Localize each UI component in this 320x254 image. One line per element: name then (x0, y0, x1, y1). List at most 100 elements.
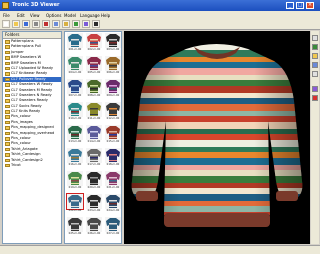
copy-button[interactable] (52, 20, 60, 28)
thumbnail-caption: 002-m-00 (87, 48, 101, 51)
sweater-thumbnail[interactable]: 009-m-00 (104, 79, 121, 100)
menu-view[interactable]: View (30, 13, 40, 18)
folder-icon (5, 77, 10, 82)
open-button[interactable] (12, 20, 20, 28)
sweater-thumbnail[interactable]: 007-m-00 (66, 79, 84, 100)
sweater-thumbnail-image (67, 56, 83, 71)
sweater-thumbnail-image (105, 125, 121, 140)
sweater-thumbnail[interactable]: 014-m-00 (85, 125, 103, 146)
menu-help[interactable]: Help (101, 13, 110, 18)
folder-icon (5, 147, 10, 152)
sweater-thumbnail-image (86, 125, 102, 140)
folder-icon (5, 88, 10, 93)
sweater-thumbnail-image (86, 171, 102, 186)
cut-button[interactable] (42, 20, 50, 28)
sweater-thumbnail[interactable]: 016-m-00 (66, 148, 84, 169)
new-button[interactable] (2, 20, 10, 28)
folder-label: Tricot (11, 162, 21, 167)
sweater-thumbnail[interactable]: 024-m-00 (104, 194, 121, 215)
menu-file[interactable]: File (3, 13, 10, 18)
folder-label: Pics_images (11, 119, 33, 124)
sweater-thumbnail[interactable]: 005-m-00 (85, 56, 103, 77)
sweater-thumbnail[interactable]: 018-m-00 (104, 148, 121, 169)
sweater-thumbnail-image (86, 217, 102, 232)
sweater-thumbnail[interactable]: 021-m-00 (104, 171, 121, 192)
sweater-thumbnail[interactable]: 002-m-00 (85, 33, 103, 54)
sweater-thumbnail[interactable]: 010-m-00 (66, 102, 84, 123)
sweater-thumbnail[interactable]: 023-m-00 (85, 194, 103, 215)
sweater-thumbnail[interactable]: 020-m-00 (85, 171, 103, 192)
sweater-model[interactable] (124, 31, 310, 244)
toolbar (0, 19, 320, 30)
folder-icon (5, 72, 10, 76)
print-button[interactable] (32, 20, 40, 28)
folder-label: BMP Sweaters W (11, 55, 42, 60)
folder-icon (5, 40, 10, 44)
pattern-icon[interactable] (312, 44, 318, 50)
folder-item[interactable]: Tricot (3, 163, 61, 168)
folder-label: Tshirt_Ariagate (11, 146, 38, 151)
sweater-thumbnail-image (105, 171, 121, 186)
thumbnail-grid[interactable]: 001-m-00 002-m-00 003-m-00 004-m-00 005-m-00… (64, 31, 122, 244)
folder-icon (5, 50, 10, 55)
folder-icon (5, 158, 10, 163)
light-icon[interactable] (312, 53, 318, 59)
sweater-thumbnail[interactable]: 019-m-00 (66, 171, 84, 192)
3d-viewer[interactable] (124, 31, 310, 244)
zoom-button[interactable] (92, 20, 100, 28)
thumbnail-caption: 004-m-00 (68, 71, 82, 74)
save-button[interactable] (22, 20, 30, 28)
copy-icon (54, 22, 58, 26)
thumbnail-caption: 024-m-00 (106, 209, 120, 212)
thumbnail-caption: 013-m-00 (68, 140, 82, 143)
sweater-thumbnail[interactable]: 003-m-00 (104, 33, 121, 54)
maximize-button[interactable]: □ (296, 2, 304, 9)
paste-icon (64, 22, 68, 26)
menu-options[interactable]: Options (46, 13, 61, 18)
sweater-thumbnail[interactable]: 027-m-00 (104, 217, 121, 238)
sweater-thumbnail[interactable]: 011-m-00 (85, 102, 103, 123)
sweater-thumbnail[interactable]: 008-m-00 (85, 79, 103, 100)
sweater-thumbnail-image (67, 148, 83, 163)
minimize-button[interactable]: _ (286, 2, 294, 9)
sweater-thumbnail[interactable]: 001-m-00 (66, 33, 84, 54)
export-icon[interactable] (312, 86, 318, 92)
sweater-thumbnail[interactable]: 013-m-00 (66, 125, 84, 146)
sweater-thumbnail[interactable]: 025-m-00 (66, 217, 84, 238)
camera-icon[interactable] (312, 62, 318, 68)
close-button[interactable]: × (306, 2, 314, 9)
thumbnail-caption: 010-m-00 (68, 117, 82, 120)
sweater-thumbnail[interactable]: 022-m-00 (66, 193, 84, 215)
folder-icon (5, 93, 10, 98)
folder-label: Pics_mapping_designed (11, 125, 54, 130)
color-icon[interactable] (312, 35, 318, 41)
sweater-thumbnail[interactable]: 026-m-00 (85, 217, 103, 238)
folder-icon (5, 163, 10, 168)
folder-tree[interactable]: Folders Patternplans Patternplans Pull Jum… (2, 31, 62, 244)
sweater-thumbnail[interactable]: 017-m-00 (85, 148, 103, 169)
rotate-button[interactable] (82, 20, 90, 28)
stripe (124, 230, 310, 237)
folder-label: Pics_mapping_overhead (11, 130, 55, 135)
paste-button[interactable] (62, 20, 70, 28)
folder-icon (5, 131, 10, 136)
sweater-thumbnail[interactable]: 004-m-00 (66, 56, 84, 77)
sweater-thumbnail[interactable]: 012-m-00 (104, 102, 121, 123)
folder-icon (5, 126, 10, 130)
sweater-hem (164, 213, 270, 227)
menu-edit[interactable]: Edit (17, 13, 25, 18)
sweater-thumbnail-image (86, 33, 102, 48)
close-red-icon[interactable] (312, 95, 318, 101)
sweater-thumbnail[interactable]: 015-m-00 (104, 125, 121, 146)
folder-label: BMP Sweaters M (11, 60, 41, 65)
menu-model[interactable]: Model (64, 13, 76, 18)
new-icon (4, 22, 8, 26)
sweater-thumbnail-image (105, 79, 121, 94)
sweater-thumbnail[interactable]: 006-m-00 (104, 56, 121, 77)
thumbnail-caption: 021-m-00 (106, 186, 120, 189)
folder-icon (5, 66, 10, 71)
grid-icon[interactable] (312, 71, 318, 77)
undo-button[interactable] (72, 20, 80, 28)
sweater-thumbnail-image (67, 33, 83, 48)
menu-language[interactable]: Language (80, 13, 100, 18)
